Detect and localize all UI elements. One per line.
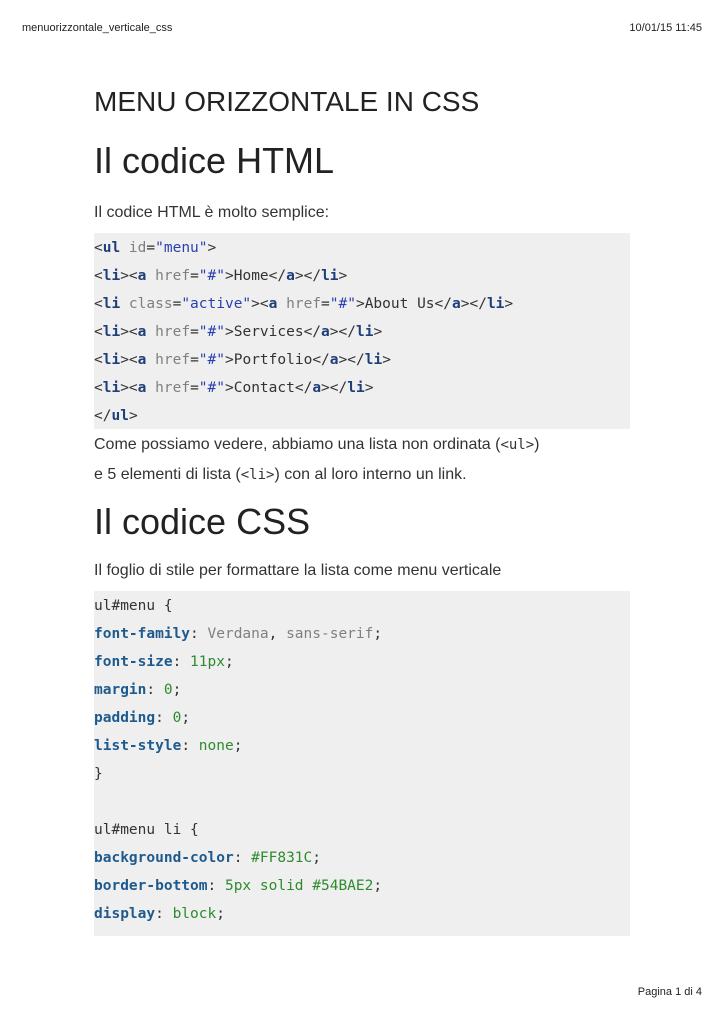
paragraph-line: e 5 elementi di lista (<li>) con al loro… (94, 466, 467, 483)
css-intro-paragraph: Il foglio di stile per formattare la lis… (94, 562, 502, 579)
code-line: ul#menu li { (94, 822, 199, 838)
page-title: MENU ORIZZONTALE IN CSS (94, 86, 480, 117)
code-line: background-color: #FF831C; (94, 850, 321, 866)
code-line: ul#menu { (94, 598, 173, 614)
code-line: <li><a href="#">Portfolio</a></li> (94, 352, 391, 368)
code-line: display: block; (94, 906, 225, 922)
html-intro-paragraph: Il codice HTML è molto semplice: (94, 204, 330, 221)
code-line: padding: 0; (94, 710, 191, 726)
code-line: </ul> (94, 408, 138, 424)
paragraph-line: Come possiamo vedere, abbiamo una lista … (94, 436, 540, 453)
code-line: margin: 0; (94, 682, 182, 698)
code-line: list-style: none; (94, 738, 243, 754)
code-line: } (94, 766, 103, 782)
code-line: <ul id="menu"> (94, 240, 217, 256)
section-title-html: Il codice HTML (94, 140, 335, 181)
section-title-css: Il codice CSS (94, 501, 311, 542)
document-filename: menuorizzontale_verticale_css (22, 22, 173, 34)
html-code-block: <ul id="menu"> <li><a href="#">Home</a><… (94, 233, 630, 429)
code-line: <li><a href="#">Contact</a></li> (94, 380, 374, 396)
code-line: font-size: 11px; (94, 654, 234, 670)
code-line: border-bottom: 5px solid #54BAE2; (94, 878, 383, 894)
code-line: <li><a href="#">Services</a></li> (94, 324, 383, 340)
code-line: <li><a href="#">Home</a></li> (94, 268, 348, 284)
html-explanation-paragraph: Come possiamo vedere, abbiamo una lista … (94, 430, 540, 490)
page-number: Pagina 1 di 4 (637, 986, 702, 998)
print-timestamp: 10/01/15 11:45 (629, 22, 702, 34)
css-code-block: ul#menu { font-family: Verdana, sans-ser… (94, 591, 630, 936)
code-line: font-family: Verdana, sans-serif; (94, 626, 383, 642)
code-line: <li class="active"><a href="#">About Us<… (94, 296, 514, 312)
